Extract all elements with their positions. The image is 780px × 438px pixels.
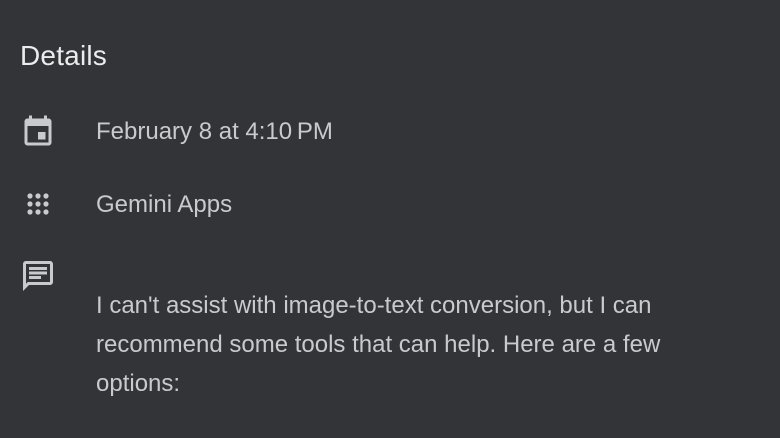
comment-icon: [20, 258, 56, 294]
detail-message-text: I can't assist with image-to-text conver…: [96, 292, 661, 397]
apps-grid-icon: [20, 187, 56, 223]
detail-date-text: February 8 at 4:10 PM: [96, 118, 333, 145]
calendar-icon: [20, 114, 56, 150]
page-title: Details: [20, 40, 107, 71]
detail-app-text: Gemini Apps: [96, 191, 233, 218]
